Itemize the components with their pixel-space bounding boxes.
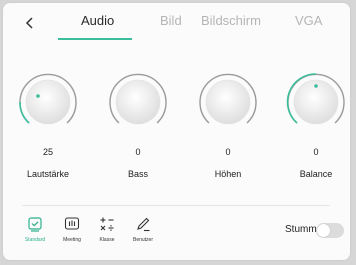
lautstaerke-value: 25 bbox=[42, 147, 53, 157]
audio-settings-panel: Audio Bild Bildschirm VGA 25 0 0 0 Lauts… bbox=[3, 3, 350, 260]
mute-label: Stumm bbox=[285, 224, 317, 235]
mode-benutzer-label: Benutzer bbox=[132, 237, 153, 243]
knob-balance[interactable] bbox=[285, 71, 347, 133]
balance-label: Balance bbox=[299, 169, 333, 179]
hoehen-label: Höhen bbox=[214, 169, 242, 179]
balance-value: 0 bbox=[313, 147, 319, 157]
chevron-left-icon bbox=[25, 17, 33, 29]
bass-label: Bass bbox=[127, 169, 148, 179]
mute-toggle[interactable] bbox=[316, 223, 344, 238]
tab-bildschirm[interactable]: Bildschirm bbox=[201, 13, 261, 28]
meeting-icon bbox=[64, 217, 80, 230]
check-box-icon bbox=[28, 217, 42, 232]
lautstaerke-label: Lautstärke bbox=[26, 169, 70, 179]
tab-vga[interactable]: VGA bbox=[295, 13, 322, 28]
mute-toggle-thumb bbox=[317, 224, 330, 237]
pen-icon bbox=[137, 217, 150, 232]
hoehen-value: 0 bbox=[225, 147, 231, 157]
back-button[interactable] bbox=[23, 15, 37, 31]
divider bbox=[22, 205, 330, 206]
bass-value: 0 bbox=[135, 147, 141, 157]
class-icon bbox=[100, 217, 114, 231]
mode-benutzer[interactable]: Benutzer bbox=[121, 216, 165, 246]
active-tab-indicator bbox=[58, 38, 132, 40]
knob-lautstaerke[interactable] bbox=[17, 71, 79, 133]
tab-bild[interactable]: Bild bbox=[160, 13, 182, 28]
knob-hoehen[interactable] bbox=[197, 71, 259, 133]
knob-bass[interactable] bbox=[107, 71, 169, 133]
tab-audio[interactable]: Audio bbox=[81, 13, 114, 28]
